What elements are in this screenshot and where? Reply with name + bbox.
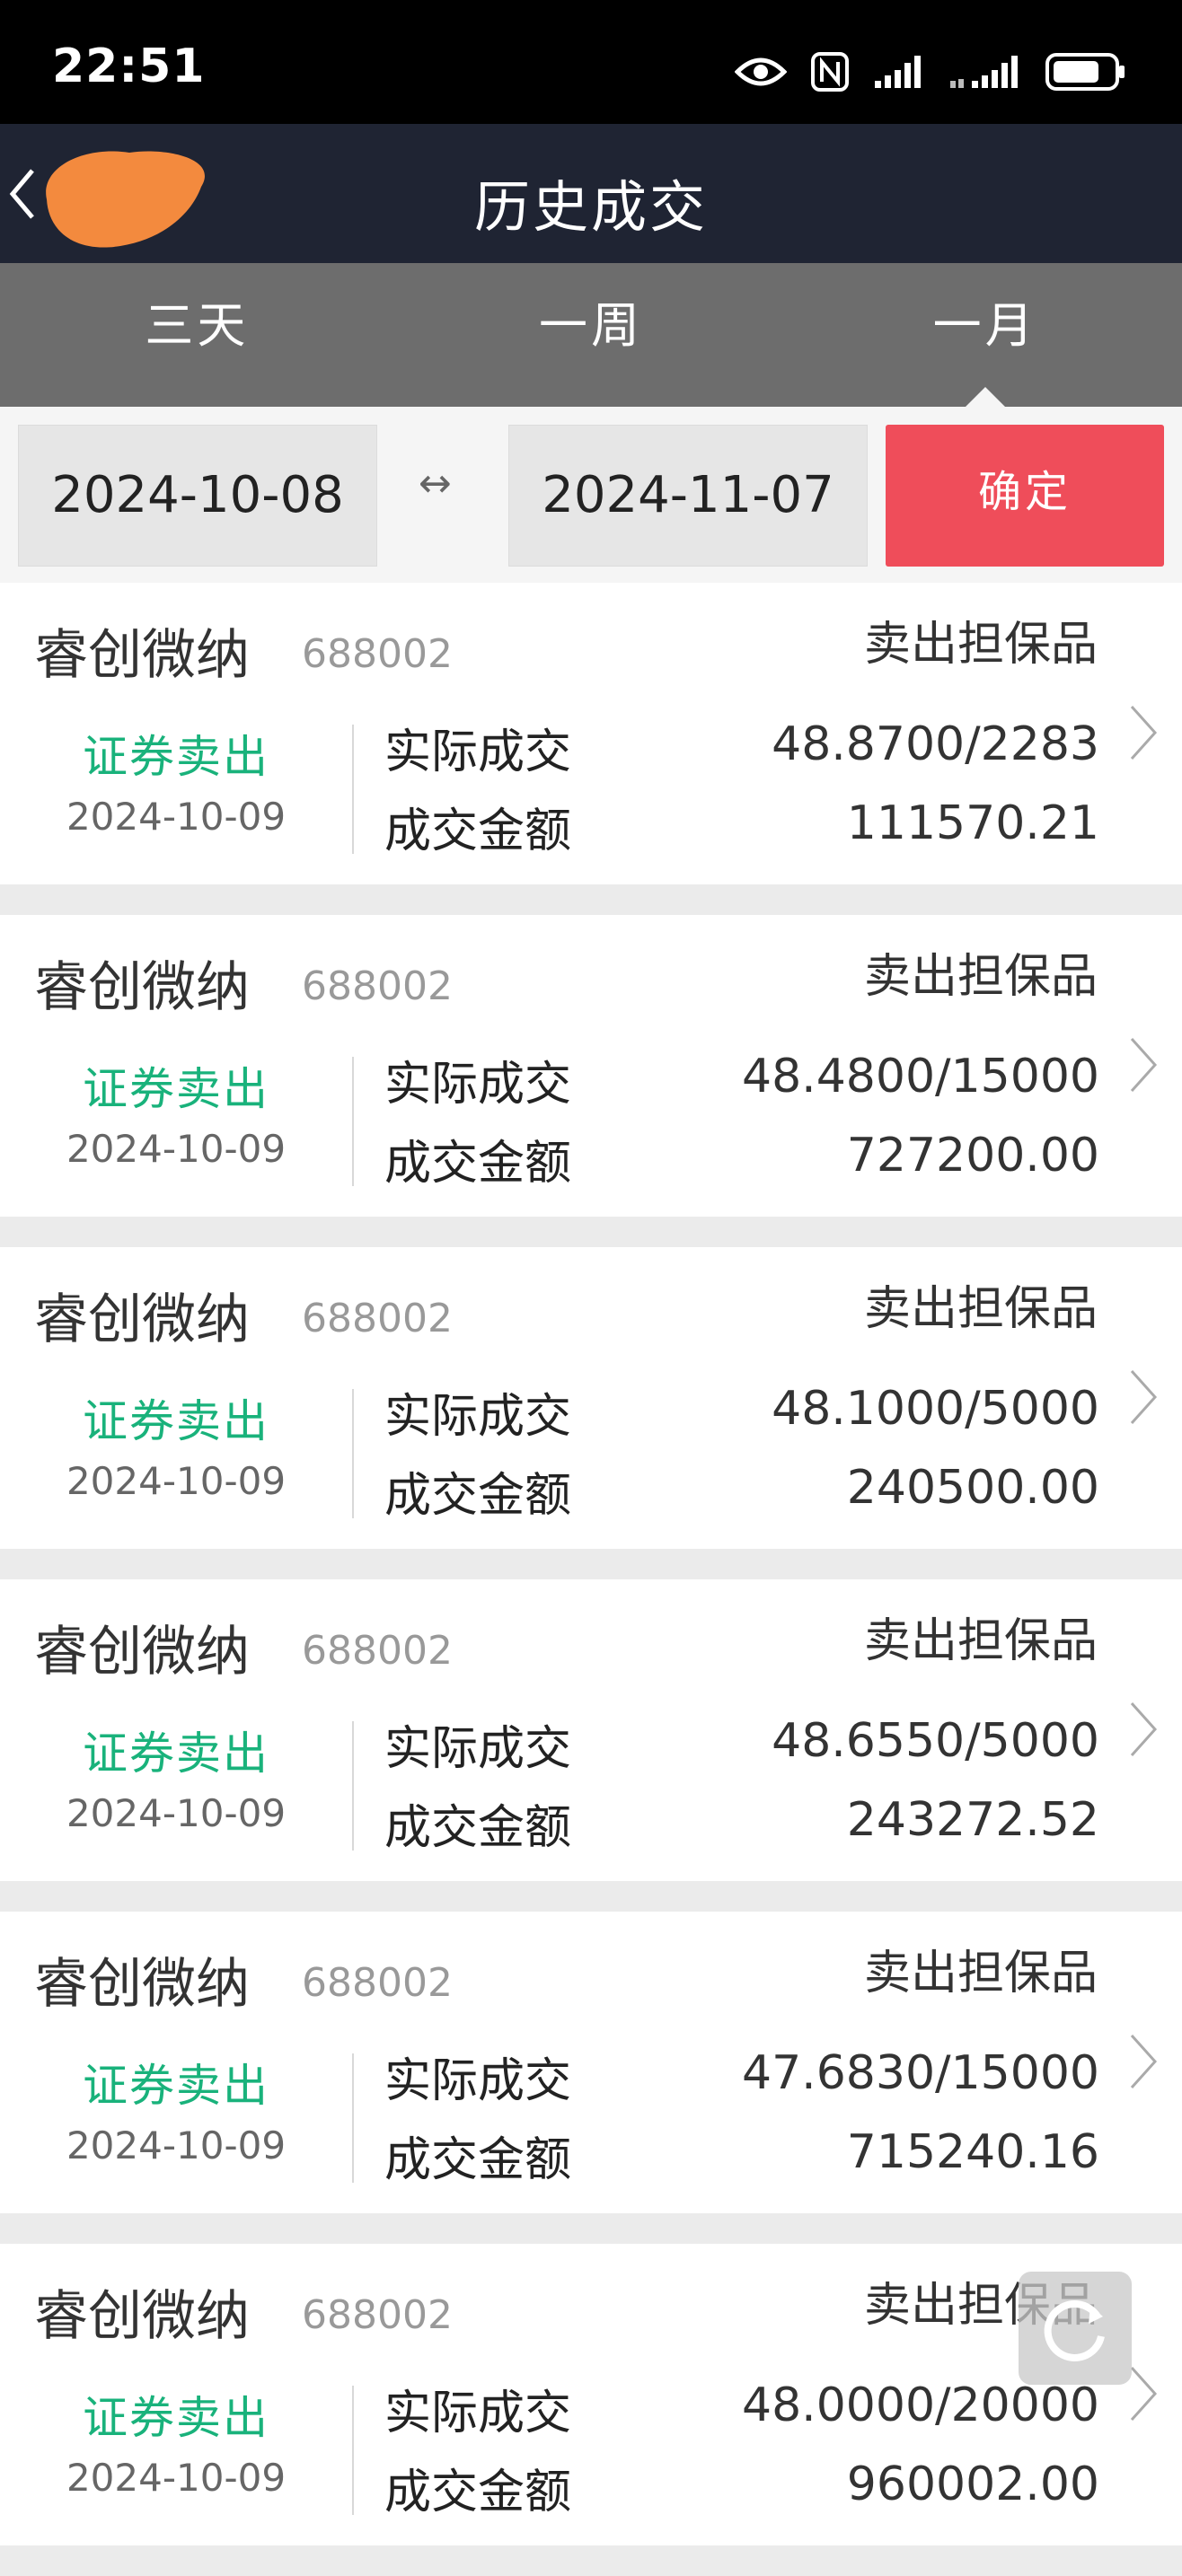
trade-amount-value: 715240.16 bbox=[846, 2125, 1099, 2179]
trade-date: 2024-10-09 bbox=[66, 1459, 287, 1503]
trade-amount-label: 成交金额 bbox=[384, 1469, 572, 1523]
refresh-icon bbox=[1044, 2300, 1105, 2361]
trade-amount-label: 成交金额 bbox=[384, 2466, 572, 2519]
trade-type: 卖出担保品 bbox=[863, 1282, 1098, 1336]
chevron-right-icon bbox=[1130, 1037, 1158, 1093]
chevron-right-icon bbox=[1130, 1701, 1158, 1757]
trade-date: 2024-10-09 bbox=[66, 795, 287, 839]
trade-amount-value: 727200.00 bbox=[846, 1129, 1099, 1182]
tab-three-days[interactable]: 三天 bbox=[0, 263, 394, 407]
stock-code: 688002 bbox=[302, 2292, 453, 2338]
trade-type: 卖出担保品 bbox=[863, 618, 1098, 672]
stock-code: 688002 bbox=[302, 1960, 453, 2006]
stock-name: 睿创微纳 bbox=[34, 624, 250, 687]
divider bbox=[352, 1057, 354, 1186]
trade-item[interactable]: 睿创微纳 688002 卖出担保品 证券卖出 2024-10-09 实际成交 成… bbox=[0, 1247, 1182, 1549]
trade-amount-label: 成交金额 bbox=[384, 1137, 572, 1191]
chevron-right-icon bbox=[1130, 705, 1158, 760]
trade-amount-label: 成交金额 bbox=[384, 2133, 572, 2187]
status-bar: 22:51 bbox=[0, 0, 1182, 124]
trade-date: 2024-10-09 bbox=[66, 1791, 287, 1835]
trade-date: 2024-10-09 bbox=[66, 2123, 287, 2167]
end-date-field[interactable]: 2024-11-07 bbox=[508, 425, 868, 567]
trade-item[interactable]: 睿创微纳 688002 卖出担保品 证券卖出 2024-10-09 实际成交 成… bbox=[0, 915, 1182, 1217]
stock-name: 睿创微纳 bbox=[34, 1621, 250, 1684]
trade-item[interactable]: 睿创微纳 688002 卖出担保品 证券卖出 2024-10-09 实际成交 成… bbox=[0, 1912, 1182, 2213]
trade-item[interactable]: 睿创微纳 688002 卖出担保品 证券卖出 2024-10-09 实际成交 成… bbox=[0, 2244, 1182, 2545]
trade-amount-label: 成交金额 bbox=[384, 804, 572, 858]
stock-name: 睿创微纳 bbox=[34, 956, 250, 1019]
start-date-field[interactable]: 2024-10-08 bbox=[18, 425, 377, 567]
trade-type: 卖出担保品 bbox=[863, 950, 1098, 1004]
divider bbox=[352, 2053, 354, 2183]
header-bar: 历史成交 bbox=[0, 124, 1182, 263]
stock-code: 688002 bbox=[302, 963, 453, 1009]
trade-direction: 证券卖出 bbox=[83, 2392, 269, 2444]
battery-icon bbox=[1045, 53, 1125, 91]
eye-icon bbox=[735, 57, 787, 86]
trade-amount-value: 111570.21 bbox=[846, 796, 1099, 850]
divider bbox=[352, 2386, 354, 2515]
actual-trade-value: 48.0000/20000 bbox=[742, 2378, 1099, 2432]
actual-trade-label: 实际成交 bbox=[384, 1058, 572, 1112]
trade-list: 睿创微纳 688002 卖出担保品 证券卖出 2024-10-09 实际成交 成… bbox=[0, 583, 1182, 2576]
actual-trade-label: 实际成交 bbox=[384, 2387, 572, 2440]
trade-direction: 证券卖出 bbox=[83, 1395, 269, 1447]
tab-label: 一月 bbox=[932, 297, 1037, 354]
stock-name: 睿创微纳 bbox=[34, 1288, 250, 1351]
status-icons bbox=[735, 45, 1126, 99]
stock-name: 睿创微纳 bbox=[34, 2285, 250, 2348]
signal-icon bbox=[875, 56, 921, 88]
page-title: 历史成交 bbox=[473, 174, 708, 240]
stock-name: 睿创微纳 bbox=[34, 1953, 250, 2016]
tab-label: 一周 bbox=[539, 297, 643, 354]
trade-date: 2024-10-09 bbox=[66, 1127, 287, 1171]
chevron-right-icon bbox=[1130, 1369, 1158, 1425]
trade-amount-value: 240500.00 bbox=[846, 1461, 1099, 1515]
actual-trade-value: 48.4800/15000 bbox=[742, 1050, 1099, 1103]
stock-code: 688002 bbox=[302, 1628, 453, 1674]
trade-direction: 证券卖出 bbox=[83, 1728, 269, 1780]
stock-code: 688002 bbox=[302, 1296, 453, 1341]
tab-one-week[interactable]: 一周 bbox=[394, 263, 789, 407]
status-time: 22:51 bbox=[52, 40, 206, 93]
trade-type: 卖出担保品 bbox=[863, 1614, 1098, 1668]
trade-direction: 证券卖出 bbox=[83, 731, 269, 783]
trade-amount-value: 243272.52 bbox=[846, 1793, 1099, 1847]
divider bbox=[352, 1389, 354, 1518]
actual-trade-label: 实际成交 bbox=[384, 1390, 572, 1444]
trade-date: 2024-10-09 bbox=[66, 2456, 287, 2500]
tab-label: 三天 bbox=[145, 297, 250, 354]
trade-item[interactable]: 睿创微纳 688002 卖出担保品 证券卖出 2024-10-09 实际成交 成… bbox=[0, 583, 1182, 884]
active-tab-indicator bbox=[963, 387, 1007, 409]
trade-item[interactable]: 睿创微纳 688002 卖出担保品 证券卖出 2024-10-09 实际成交 成… bbox=[0, 1579, 1182, 1881]
nfc-icon bbox=[811, 52, 849, 92]
divider bbox=[352, 1721, 354, 1851]
tab-one-month[interactable]: 一月 bbox=[788, 263, 1182, 409]
actual-trade-value: 48.8700/2283 bbox=[772, 717, 1099, 771]
range-separator: ↔ bbox=[419, 461, 452, 506]
stock-code: 688002 bbox=[302, 631, 453, 677]
period-tabs: 三天 一周 一月 bbox=[0, 263, 1182, 409]
actual-trade-label: 实际成交 bbox=[384, 1722, 572, 1776]
actual-trade-label: 实际成交 bbox=[384, 725, 572, 779]
trade-direction: 证券卖出 bbox=[83, 2060, 269, 2112]
signal-4g-icon bbox=[950, 56, 1018, 88]
refresh-float-button[interactable] bbox=[1019, 2272, 1132, 2385]
actual-trade-value: 47.6830/15000 bbox=[742, 2046, 1099, 2100]
trade-amount-label: 成交金额 bbox=[384, 1801, 572, 1855]
trade-amount-value: 960002.00 bbox=[846, 2457, 1099, 2511]
divider bbox=[352, 725, 354, 854]
date-range-row: 2024-10-08 ↔ 2024-11-07 确定 bbox=[0, 407, 1182, 583]
confirm-button[interactable]: 确定 bbox=[886, 425, 1164, 567]
actual-trade-value: 48.6550/5000 bbox=[772, 1714, 1099, 1768]
trade-type: 卖出担保品 bbox=[863, 1947, 1098, 2000]
actual-trade-value: 48.1000/5000 bbox=[772, 1382, 1099, 1436]
chevron-right-icon bbox=[1130, 2034, 1158, 2089]
trade-direction: 证券卖出 bbox=[83, 1063, 269, 1115]
actual-trade-label: 实际成交 bbox=[384, 2054, 572, 2108]
